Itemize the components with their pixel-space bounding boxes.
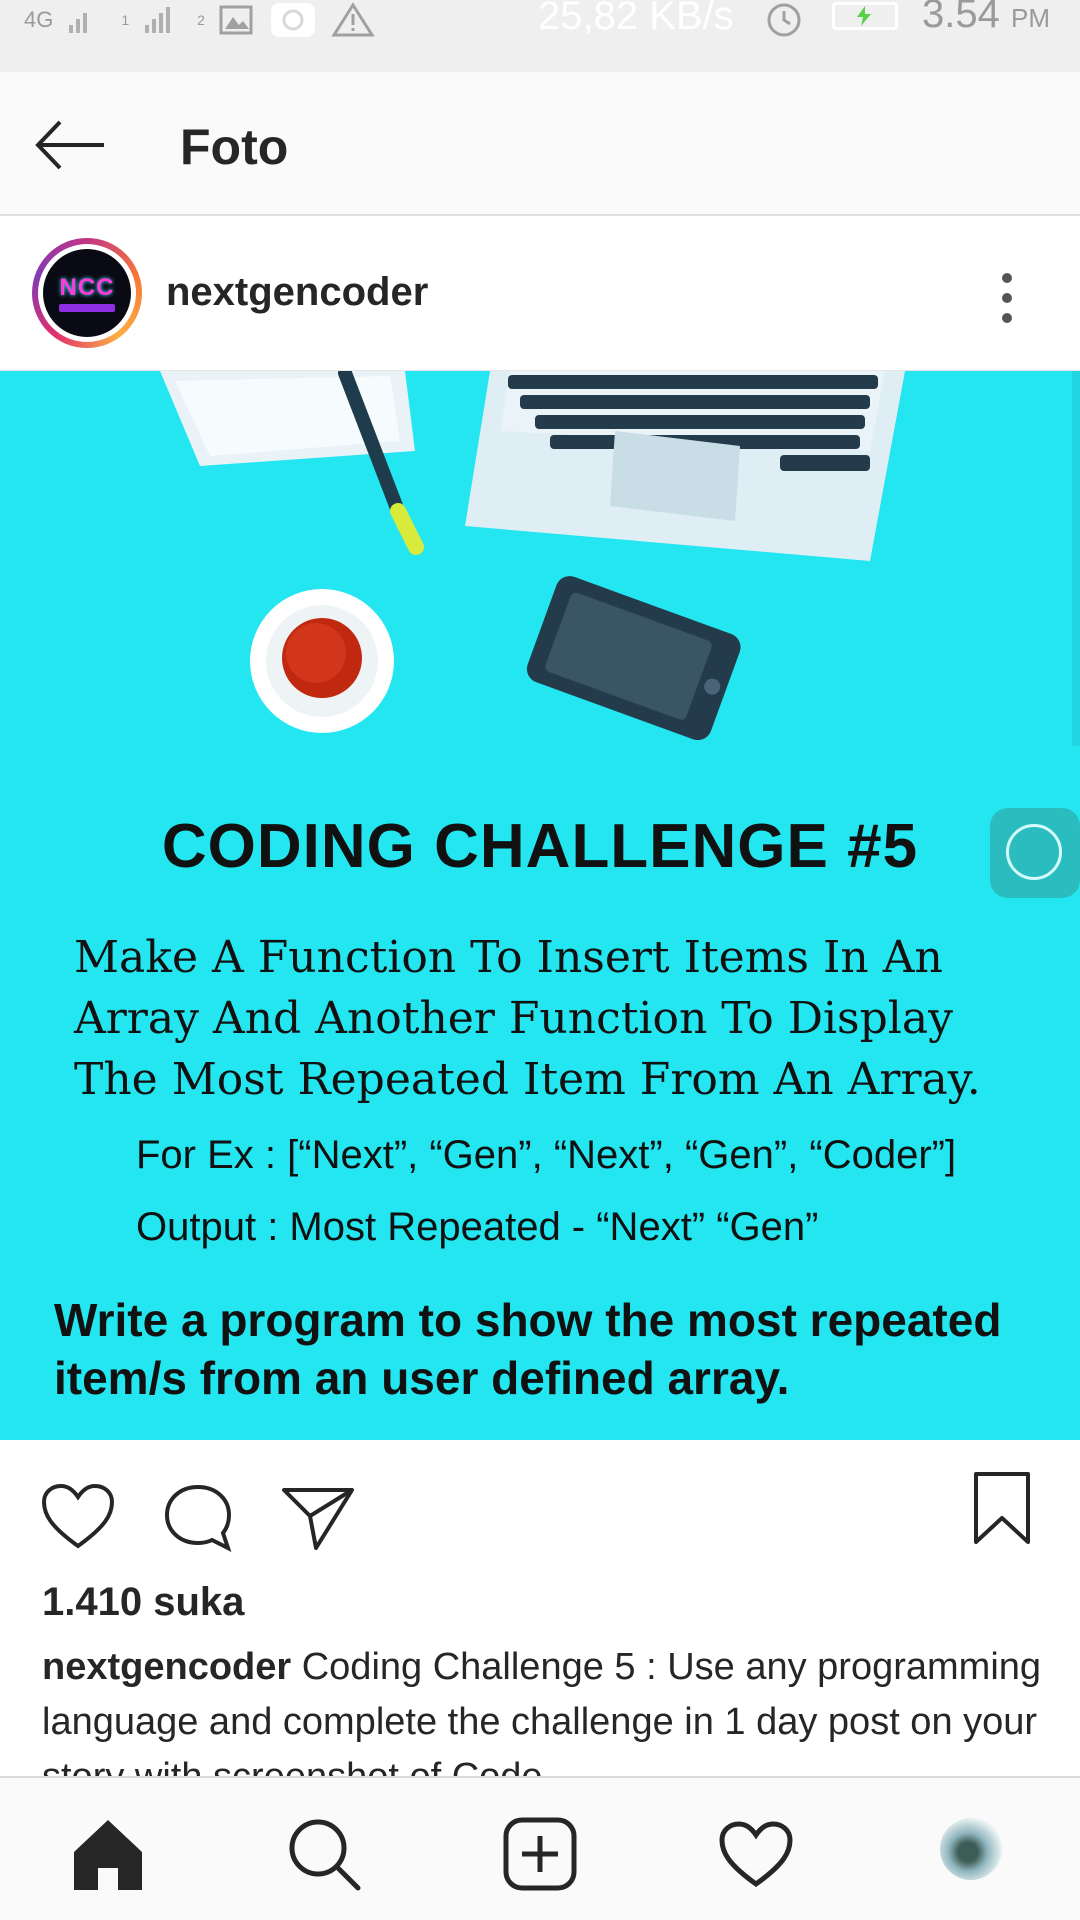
- signal-icon: [69, 13, 88, 33]
- status-left-icons: 4G 1 2: [24, 0, 375, 40]
- challenge-heading: CODING CHALLENGE #5: [161, 812, 919, 881]
- app-bar: Foto: [0, 72, 1080, 216]
- desk-illustration: [160, 371, 905, 741]
- search-icon[interactable]: [284, 1814, 364, 1894]
- likes-count[interactable]: 1.410 suka: [42, 1580, 244, 1625]
- vertical-dots-icon: [1002, 273, 1012, 323]
- sim-1-label: 1: [121, 12, 130, 28]
- post-username[interactable]: nextgencoder: [166, 270, 428, 315]
- network-type: 4G: [24, 7, 54, 32]
- alarm-icon: [767, 3, 801, 37]
- challenge-output: Output : Most Repeated - “Next” “Gen”: [136, 1205, 819, 1249]
- page-title: Foto: [180, 119, 289, 175]
- post-caption: nextgencoder Coding Challenge 5 : Use an…: [42, 1640, 1052, 1778]
- post-header: NCC nextgencoder: [0, 216, 1080, 371]
- warning-icon: [331, 2, 375, 37]
- challenge-prompt: Write a program to show the most repeate…: [54, 1294, 1002, 1404]
- more-options-button[interactable]: [990, 268, 1024, 328]
- network-speed: 25,82 KB/s: [538, 0, 734, 38]
- camera-icon: [270, 3, 315, 37]
- scrollbar[interactable]: [1072, 371, 1080, 746]
- arrow-left-icon: [35, 120, 104, 170]
- status-bar: 4G 1 2 25,82 KB/s 3.54 PM: [0, 0, 1080, 72]
- activity-heart-icon[interactable]: [716, 1814, 796, 1894]
- avatar[interactable]: NCC: [32, 238, 142, 348]
- share-icon[interactable]: [280, 1482, 356, 1554]
- signal-icon: [145, 7, 171, 33]
- sim-2-label: 2: [197, 12, 205, 28]
- clock: 3.54 PM: [922, 0, 1050, 36]
- challenge-example: For Ex : [“Next”, “Gen”, “Next”, “Gen”, …: [136, 1133, 957, 1177]
- caption-username[interactable]: nextgencoder: [42, 1646, 291, 1688]
- heart-icon[interactable]: [40, 1482, 116, 1552]
- profile-avatar[interactable]: [940, 1818, 1002, 1880]
- gallery-icon: [219, 5, 253, 35]
- add-post-icon[interactable]: [500, 1814, 580, 1894]
- avatar-logo-text: NCC: [59, 274, 115, 301]
- challenge-task: Make A Function To Insert Items In An Ar…: [74, 932, 981, 1105]
- bookmark-icon[interactable]: [972, 1470, 1032, 1546]
- assistive-touch-button[interactable]: [990, 808, 1080, 898]
- home-icon[interactable]: [68, 1814, 148, 1894]
- battery-charging-icon: [832, 2, 898, 30]
- back-button[interactable]: [30, 110, 110, 180]
- post-actions: [0, 1440, 1080, 1570]
- post-image[interactable]: CODING CHALLENGE #5 Make A Function To I…: [0, 371, 1080, 1440]
- bottom-navigation: [0, 1776, 1080, 1920]
- comment-icon[interactable]: [162, 1482, 234, 1554]
